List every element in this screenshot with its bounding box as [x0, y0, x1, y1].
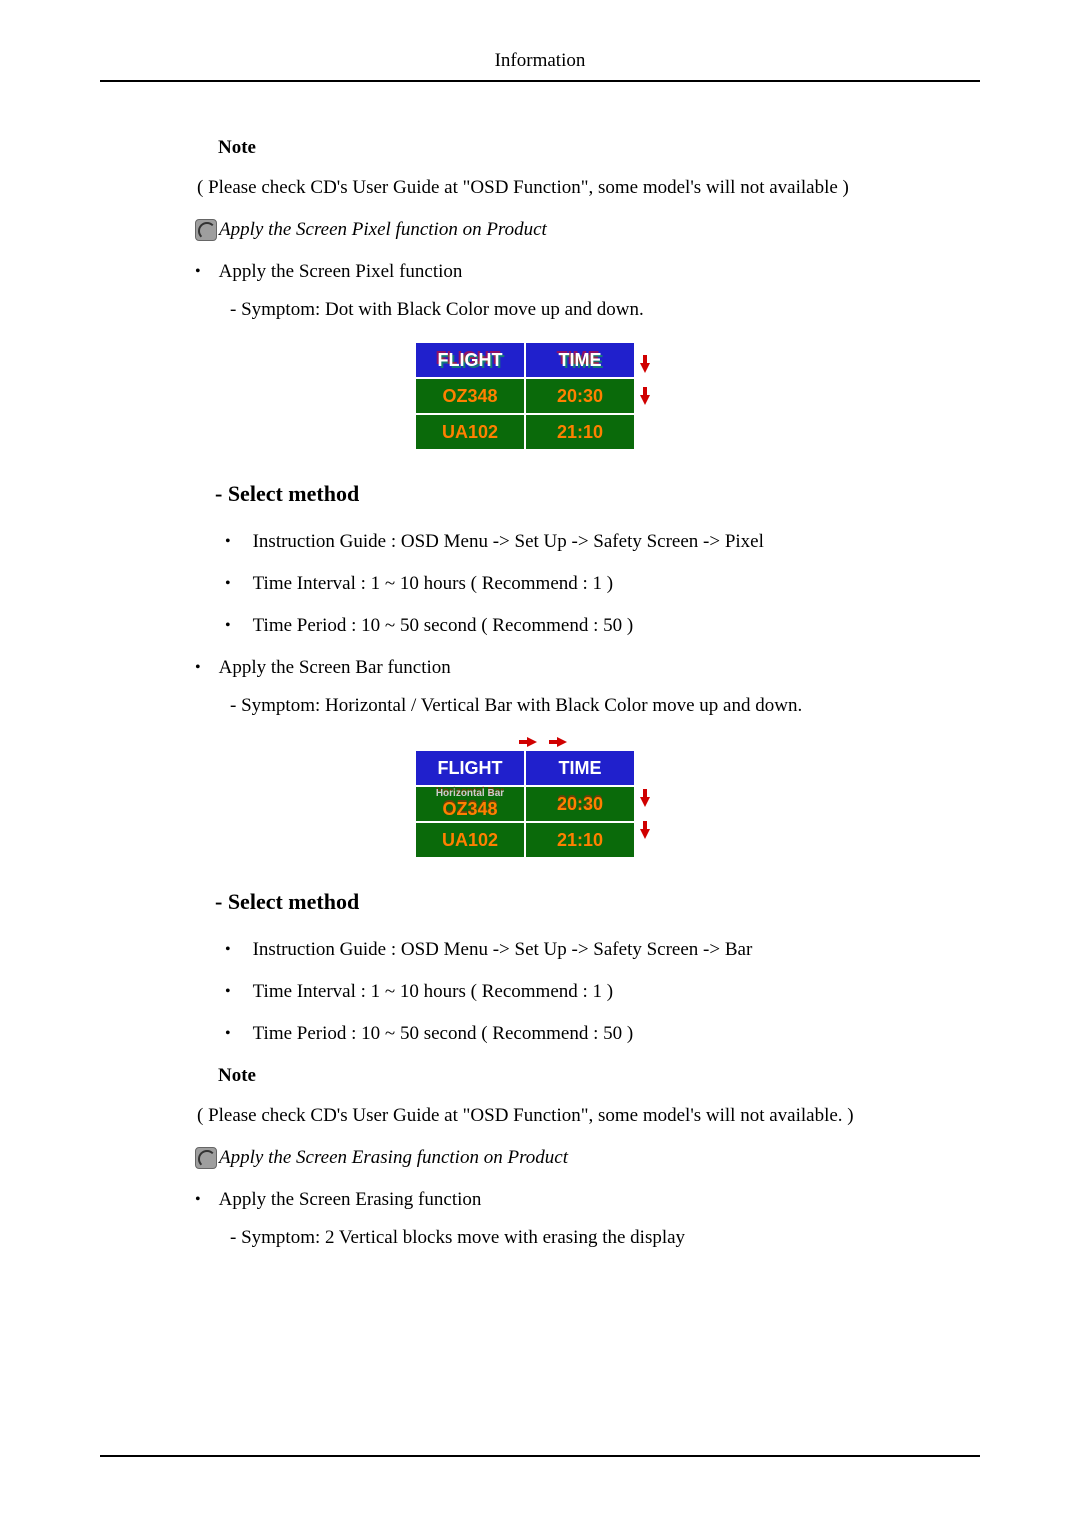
- bullet-icon: •: [225, 1023, 231, 1045]
- fig2-r1c1: Horizontal Bar OZ348: [415, 786, 525, 822]
- bullet-icon: •: [225, 615, 231, 637]
- arrow-right-icon: [527, 737, 537, 747]
- arrow-down-icon: [640, 829, 650, 839]
- select2-item-1: Time Interval : 1 ~ 10 hours ( Recommend…: [253, 981, 614, 1003]
- select1-item-0: Instruction Guide : OSD Menu -> Set Up -…: [253, 531, 764, 553]
- bullet-icon: •: [195, 657, 201, 679]
- apply-erasing-bullet: Apply the Screen Erasing function: [219, 1189, 482, 1211]
- select-method-heading-1: - Select method: [215, 481, 980, 507]
- page-header: Information: [100, 50, 980, 82]
- select1-item-1: Time Interval : 1 ~ 10 hours ( Recommend…: [253, 573, 614, 595]
- fig1-head-flight: FLIGHT: [415, 342, 525, 378]
- fig1-r2c1: UA102: [415, 414, 525, 450]
- figure-bar: FLIGHT TIME Horizontal Bar OZ348 20:30 U…: [100, 737, 980, 859]
- bullet-icon: •: [195, 1189, 201, 1211]
- bullet-icon: •: [225, 573, 231, 595]
- fig2-head-time: TIME: [525, 750, 635, 786]
- bar-symptom: - Symptom: Horizontal / Vertical Bar wit…: [230, 695, 980, 717]
- erasing-symptom: - Symptom: 2 Vertical blocks move with e…: [230, 1227, 980, 1249]
- apply-bar-bullet: Apply the Screen Bar function: [219, 657, 451, 679]
- tool-icon: [195, 219, 217, 241]
- arrow-down-icon: [640, 363, 650, 373]
- fig1-head-time: TIME: [525, 342, 635, 378]
- bullet-icon: •: [225, 939, 231, 961]
- footer-rule: [100, 1455, 980, 1457]
- note-label-1: Note: [218, 137, 980, 159]
- bullet-icon: •: [225, 981, 231, 1003]
- apply-pixel-caption: Apply the Screen Pixel function on Produ…: [219, 219, 547, 241]
- note-label-2: Note: [218, 1065, 980, 1087]
- fig2-r1c2: 20:30: [525, 786, 635, 822]
- fig2-r2c1: UA102: [415, 822, 525, 858]
- fig2-head-flight: FLIGHT: [415, 750, 525, 786]
- note-text-1: ( Please check CD's User Guide at "OSD F…: [197, 177, 980, 199]
- select1-item-2: Time Period : 10 ~ 50 second ( Recommend…: [253, 615, 634, 637]
- fig1-r2c2: 21:10: [525, 414, 635, 450]
- arrow-right-icon: [557, 737, 567, 747]
- fig1-r1c1: OZ348: [415, 378, 525, 414]
- apply-erasing-caption: Apply the Screen Erasing function on Pro…: [219, 1147, 568, 1169]
- apply-pixel-bullet: Apply the Screen Pixel function: [219, 261, 463, 283]
- bullet-icon: •: [195, 261, 201, 283]
- arrow-down-icon: [640, 797, 650, 807]
- select-method-heading-2: - Select method: [215, 889, 980, 915]
- pixel-symptom: - Symptom: Dot with Black Color move up …: [230, 299, 980, 321]
- fig2-r2c2: 21:10: [525, 822, 635, 858]
- arrow-down-icon: [640, 395, 650, 405]
- figure-pixel: FLIGHT TIME OZ348 20:30 UA102 21:10: [100, 341, 980, 451]
- bullet-icon: •: [225, 531, 231, 553]
- select2-item-2: Time Period : 10 ~ 50 second ( Recommend…: [253, 1023, 634, 1045]
- fig1-r1c2: 20:30: [525, 378, 635, 414]
- note-text-2: ( Please check CD's User Guide at "OSD F…: [197, 1105, 980, 1127]
- tool-icon: [195, 1147, 217, 1169]
- select2-item-0: Instruction Guide : OSD Menu -> Set Up -…: [253, 939, 753, 961]
